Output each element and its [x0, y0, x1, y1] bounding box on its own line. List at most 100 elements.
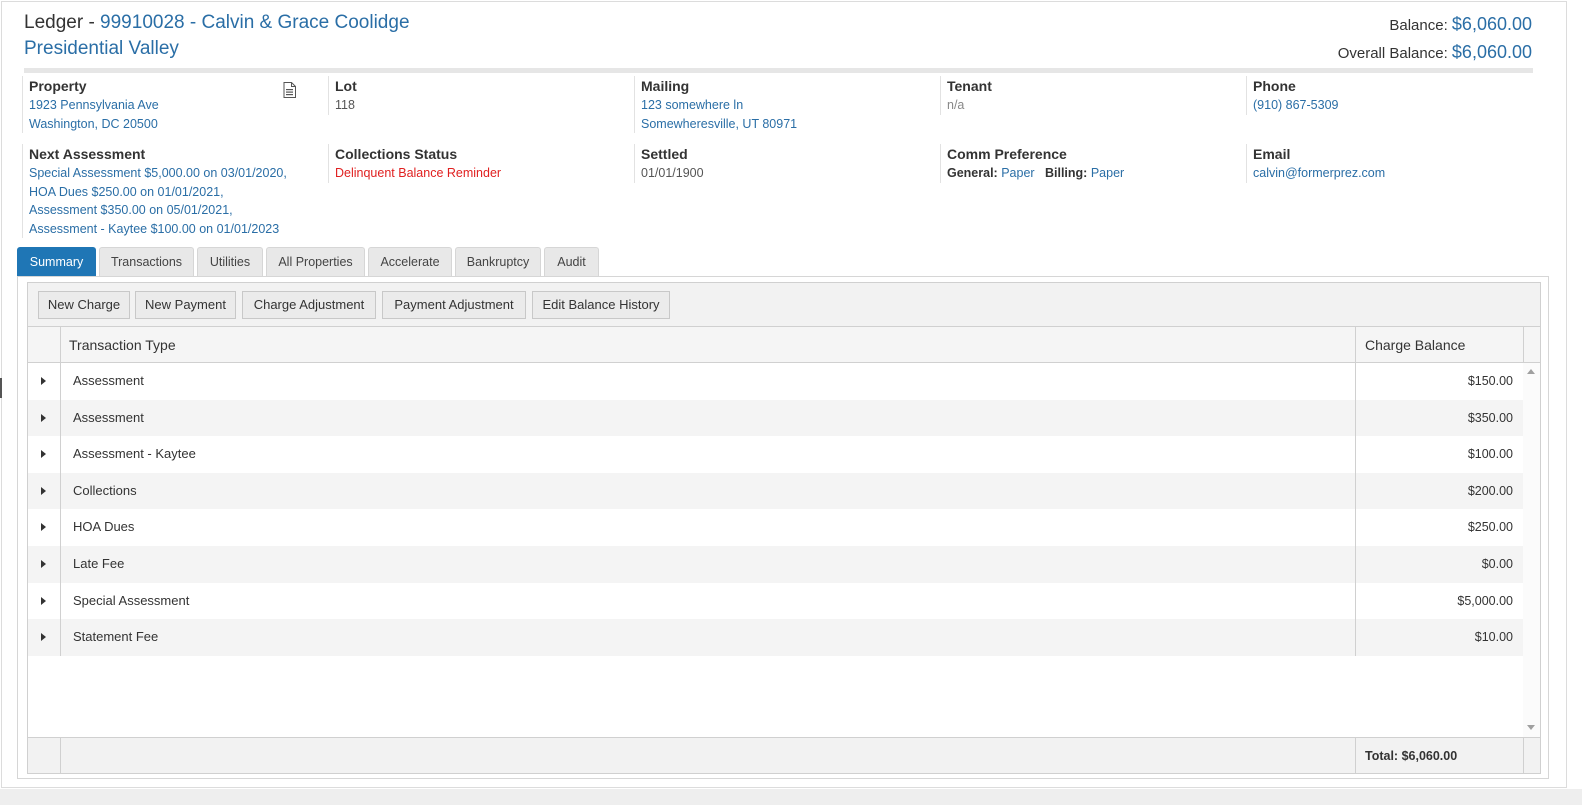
table-row[interactable]: Collections $200.00: [28, 472, 1523, 510]
expand-arrow-icon[interactable]: [41, 413, 46, 422]
next-assessment-line[interactable]: Assessment - Kaytee $100.00 on 01/01/202…: [29, 220, 322, 239]
property-info: Property 1923 Pennsylvania Ave Washingto…: [22, 76, 322, 133]
expand-row-toggle[interactable]: [28, 509, 61, 546]
balance-summary: Balance: $6,060.00 Overall Balance: $6,0…: [1338, 11, 1532, 67]
mailing-info: Mailing 123 somewhere ln Somewheresville…: [634, 76, 934, 133]
phone-value[interactable]: (910) 867-5309: [1253, 96, 1534, 115]
expand-row-toggle[interactable]: [28, 363, 61, 400]
transaction-type-cell: Assessment - Kaytee: [73, 446, 196, 462]
expand-row-toggle[interactable]: [28, 546, 61, 583]
next-assessment-line[interactable]: HOA Dues $250.00 on 01/01/2021,: [29, 183, 322, 202]
tab-accelerate[interactable]: Accelerate: [368, 247, 452, 277]
ledger-header: Ledger - 99910028 - Calvin & Grace Cooli…: [24, 10, 1532, 68]
column-header-transaction-type[interactable]: Transaction Type: [69, 327, 176, 363]
document-icon[interactable]: [283, 82, 296, 98]
new-payment-button[interactable]: New Payment: [135, 291, 236, 319]
column-divider: [1523, 738, 1524, 774]
tab-utilities[interactable]: Utilities: [197, 247, 263, 277]
summary-panel: New Charge New Payment Charge Adjustment…: [17, 277, 1549, 779]
lot-value: 118: [335, 98, 355, 112]
next-assessment-info: Next Assessment Special Assessment $5,00…: [22, 144, 322, 238]
table-row[interactable]: Assessment - Kaytee $100.00: [28, 436, 1523, 473]
grid-footer: Total: $6,060.00: [28, 737, 1540, 774]
column-divider: [1355, 327, 1356, 363]
collections-label: Collections Status: [335, 146, 458, 162]
column-divider: [1523, 327, 1524, 363]
column-header-charge-balance[interactable]: Charge Balance: [1365, 327, 1465, 363]
tab-all-properties[interactable]: All Properties: [266, 247, 365, 277]
payment-adjustment-button[interactable]: Payment Adjustment: [382, 291, 526, 319]
bottom-strip: [0, 789, 1582, 805]
table-row[interactable]: HOA Dues $250.00: [28, 509, 1523, 546]
expand-arrow-icon[interactable]: [41, 377, 46, 385]
charge-balance-cell: $350.00: [1467, 410, 1513, 425]
charge-balance-cell: $200.00: [1467, 483, 1513, 498]
tab-summary[interactable]: Summary: [17, 247, 96, 277]
mailing-line1[interactable]: 123 somewhere ln: [641, 96, 934, 115]
mailing-line2[interactable]: Somewheresville, UT 80971: [641, 115, 934, 134]
collections-info: Collections Status Delinquent Balance Re…: [328, 144, 628, 183]
expand-row-toggle[interactable]: [28, 399, 61, 437]
tab-audit[interactable]: Audit: [544, 247, 599, 277]
settled-value: 01/01/1900: [641, 166, 704, 180]
overall-balance-amount: $6,060.00: [1451, 42, 1532, 62]
overall-balance-label: Overall Balance:: [1337, 45, 1452, 62]
grid-toolbar: New Charge New Payment Charge Adjustment…: [28, 283, 1540, 327]
table-row[interactable]: Special Assessment $5,000.00: [28, 582, 1523, 620]
billing-label: Billing:: [1044, 166, 1088, 180]
email-value[interactable]: calvin@formerprez.com: [1253, 164, 1534, 183]
charge-balance-cell: $250.00: [1467, 520, 1513, 535]
grid-body: Assessment $150.00 Assessment $350.00 As…: [28, 363, 1523, 737]
transaction-type-cell: Assessment: [73, 373, 144, 388]
tab-transactions[interactable]: Transactions: [99, 247, 194, 277]
transaction-type-cell: Late Fee: [73, 556, 125, 571]
property-line1[interactable]: 1923 Pennsylvania Ave: [29, 96, 322, 115]
property-label: Property: [29, 78, 87, 94]
expand-arrow-icon[interactable]: [41, 486, 46, 495]
expand-arrow-icon[interactable]: [41, 560, 46, 568]
email-info: Email calvin@formerprez.com: [1246, 144, 1534, 183]
charge-balance-cell: $100.00: [1467, 447, 1513, 462]
charge-balance-cell: $150.00: [1467, 374, 1513, 388]
tab-bankruptcy[interactable]: Bankruptcy: [455, 247, 541, 277]
header-divider: [24, 68, 1533, 73]
table-row[interactable]: Assessment $350.00: [28, 399, 1523, 437]
table-row[interactable]: Late Fee $0.00: [28, 546, 1523, 583]
settled-label: Settled: [641, 146, 688, 162]
expand-row-toggle[interactable]: [28, 436, 61, 473]
grid-scrollbar[interactable]: [1523, 363, 1540, 737]
footer-expand-cell: [28, 738, 61, 774]
transaction-type-cell: Assessment: [73, 409, 144, 425]
page-title: Ledger - 99910028 - Calvin & Grace Cooli…: [24, 10, 1532, 36]
new-charge-button[interactable]: New Charge: [38, 291, 130, 319]
community-name[interactable]: Presidential Valley: [24, 36, 1532, 62]
table-row[interactable]: Statement Fee $10.00: [28, 619, 1523, 656]
column-divider: [1355, 738, 1356, 774]
comm-preference-info: Comm Preference General: Paper Billing: …: [940, 144, 1240, 183]
property-line2[interactable]: Washington, DC 20500: [29, 115, 322, 134]
expand-arrow-icon[interactable]: [41, 596, 46, 605]
title-prefix: Ledger -: [24, 12, 101, 33]
grid-header: Transaction Type Charge Balance: [28, 327, 1540, 363]
expand-arrow-icon[interactable]: [41, 450, 46, 459]
table-row[interactable]: Assessment $150.00: [28, 363, 1523, 400]
general-pref-link[interactable]: Paper: [1001, 166, 1034, 180]
expand-row-toggle[interactable]: [28, 582, 61, 620]
balance-label: Balance:: [1389, 17, 1452, 34]
transaction-type-cell: HOA Dues: [73, 519, 135, 535]
charge-balance-cell: $10.00: [1474, 630, 1513, 645]
expand-column-header: [28, 327, 61, 363]
scroll-up-icon[interactable]: [1527, 369, 1535, 374]
scroll-down-icon[interactable]: [1527, 725, 1535, 730]
expand-row-toggle[interactable]: [28, 472, 61, 510]
edit-balance-history-button[interactable]: Edit Balance History: [532, 291, 670, 319]
lot-label: Lot: [335, 78, 357, 94]
expand-arrow-icon[interactable]: [41, 633, 46, 642]
billing-pref-link[interactable]: Paper: [1091, 166, 1124, 180]
expand-row-toggle[interactable]: [28, 619, 61, 656]
account-link[interactable]: 99910028 - Calvin & Grace Coolidge: [100, 12, 409, 33]
next-assessment-line[interactable]: Assessment $350.00 on 05/01/2021,: [29, 201, 322, 220]
expand-arrow-icon[interactable]: [41, 523, 46, 532]
charge-adjustment-button[interactable]: Charge Adjustment: [242, 291, 376, 319]
next-assessment-line[interactable]: Special Assessment $5,000.00 on 03/01/20…: [29, 164, 322, 183]
